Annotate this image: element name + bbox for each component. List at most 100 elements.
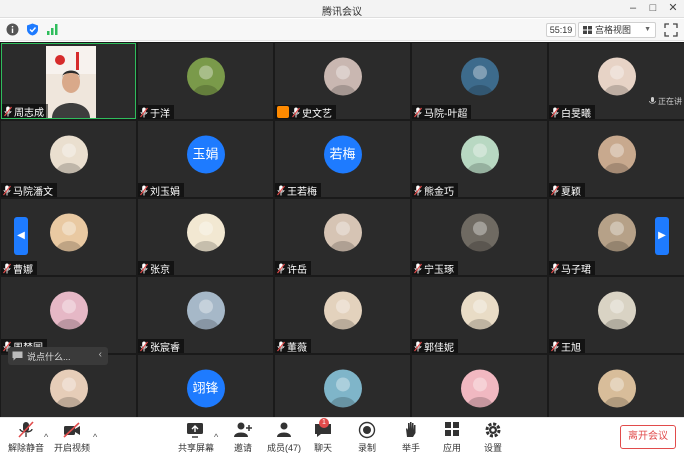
participant-tile[interactable]: 玉娟 刘玉娟 <box>138 121 273 197</box>
avatar <box>597 135 636 174</box>
participant-nameplate: 张宸睿 <box>138 339 184 353</box>
mic-muted-icon <box>140 341 148 351</box>
participant-nameplate: 董薇 <box>275 339 311 353</box>
collapse-chevron-icon[interactable]: ‹ <box>99 349 102 360</box>
start-video-button[interactable]: 开启视频 <box>54 421 90 454</box>
participant-tile[interactable]: 周志成 <box>1 43 136 119</box>
participant-nameplate: 郭佳妮 <box>412 339 458 353</box>
participant-tile[interactable]: 周梦圆 <box>1 277 136 353</box>
participant-name: 于洋 <box>150 108 170 120</box>
hand-icon <box>406 422 416 437</box>
members-label: 成员(47) <box>266 443 301 453</box>
avatar: 翊锋 <box>186 369 225 408</box>
next-page-chevron-icon[interactable]: ▶ <box>655 217 669 255</box>
participant-nameplate: 夏颖 <box>549 183 585 197</box>
unmute-label: 解除静音 <box>8 443 45 453</box>
participant-nameplate: 宁玉琢 <box>412 261 458 275</box>
meeting-toolbar: 解除静音 ^ 开启视频 ^ 共享屏幕 ^ 邀请 成员(47) 1 聊天 录制 举… <box>0 417 684 457</box>
previous-page-chevron-icon[interactable]: ◀ <box>14 217 28 255</box>
participant-tile[interactable]: 马院潘文 <box>1 121 136 197</box>
mic-muted-icon <box>414 107 422 117</box>
avatar <box>323 369 362 408</box>
chat-button[interactable]: 1 聊天 <box>308 418 338 454</box>
avatar <box>186 291 225 330</box>
participant-name: 熊金巧 <box>424 186 454 198</box>
leave-meeting-button[interactable]: 离开会议 <box>620 425 676 449</box>
grid-view-icon <box>583 26 592 34</box>
avatar <box>49 291 88 330</box>
start-video-label: 开启视频 <box>54 443 91 453</box>
view-mode-label: 宫格视图 <box>595 25 632 35</box>
mic-muted-icon <box>277 341 285 351</box>
mic-muted-icon <box>551 263 559 273</box>
participant-nameplate: 白旻曦 <box>549 105 595 119</box>
members-button[interactable]: 成员(47) <box>264 421 304 454</box>
participant-name: 郭佳妮 <box>424 342 454 354</box>
participant-tile[interactable]: 董薇 <box>275 277 410 353</box>
raise-hand-label: 举手 <box>401 443 420 453</box>
mic-muted-icon <box>3 185 11 195</box>
avatar <box>49 135 88 174</box>
avatar <box>597 57 636 96</box>
mic-muted-icon <box>4 106 12 116</box>
avatar <box>460 57 499 96</box>
mic-muted-icon <box>414 185 422 195</box>
invite-button[interactable]: 邀请 <box>228 421 258 454</box>
apps-button[interactable]: 应用 <box>437 421 467 454</box>
participant-nameplate: 周志成 <box>2 104 48 118</box>
avatar <box>323 291 362 330</box>
share-options-chevron-icon[interactable]: ^ <box>214 432 218 442</box>
participant-tile[interactable]: 史文艺 <box>275 43 410 119</box>
unmute-button[interactable]: 解除静音 <box>8 421 44 454</box>
participant-nameplate: 马院-叶超 <box>412 105 472 119</box>
share-screen-button[interactable]: 共享屏幕 <box>178 421 214 454</box>
signal-icon[interactable] <box>46 23 59 36</box>
participant-nameplate: 于洋 <box>138 105 174 119</box>
avatar <box>323 57 362 96</box>
participant-tile[interactable]: 许岳 <box>275 199 410 275</box>
participant-tile[interactable]: 白旻曦 正在讲 <box>549 43 684 119</box>
participant-tile[interactable]: 宁玉琢 <box>412 199 547 275</box>
participant-nameplate: 史文艺 <box>275 105 336 119</box>
participant-tile[interactable]: 张京 <box>138 199 273 275</box>
avatar <box>597 213 636 252</box>
record-button[interactable]: 录制 <box>352 421 382 454</box>
participant-tile[interactable]: 王旭 <box>549 277 684 353</box>
quick-chat-input[interactable]: 说点什么... ‹ <box>8 347 108 365</box>
raise-hand-button[interactable]: 举手 <box>396 421 426 454</box>
mic-muted-icon <box>551 107 559 117</box>
shield-icon[interactable] <box>26 23 39 36</box>
maximize-button[interactable]: □ <box>646 1 660 15</box>
participant-nameplate: 许岳 <box>275 261 311 275</box>
participant-tile[interactable]: 郭佳妮 <box>412 277 547 353</box>
avatar <box>49 369 88 408</box>
participant-tile[interactable]: 夏颖 <box>549 121 684 197</box>
participant-tile[interactable]: 若梅 王若梅 <box>275 121 410 197</box>
participant-tile[interactable]: 马院-叶超 <box>412 43 547 119</box>
participant-name: 张京 <box>150 264 170 276</box>
record-icon <box>358 421 376 439</box>
participant-name: 王旭 <box>561 342 581 354</box>
record-label: 录制 <box>357 443 376 453</box>
minimize-button[interactable]: – <box>626 1 640 15</box>
participant-nameplate: 马院潘文 <box>1 183 57 197</box>
mic-muted-icon <box>551 341 559 351</box>
avatar <box>460 213 499 252</box>
video-options-chevron-icon[interactable]: ^ <box>93 432 97 442</box>
participant-name: 白旻曦 <box>561 108 591 120</box>
avatar <box>597 369 636 408</box>
close-button[interactable]: ✕ <box>666 1 680 15</box>
participant-video <box>46 46 96 118</box>
participant-tile[interactable]: 熊金巧 <box>412 121 547 197</box>
mic-muted-icon <box>551 185 559 195</box>
participant-name: 马院潘文 <box>13 186 53 198</box>
participant-tile[interactable]: 于洋 <box>138 43 273 119</box>
title-bar: 腾讯会议 – □ ✕ <box>0 0 684 18</box>
view-mode-dropdown[interactable]: 宫格视图 ▼ <box>578 22 656 38</box>
info-icon[interactable] <box>6 23 19 36</box>
mic-options-chevron-icon[interactable]: ^ <box>44 432 48 442</box>
mic-muted-icon <box>292 107 300 117</box>
participant-tile[interactable]: 张宸睿 <box>138 277 273 353</box>
fullscreen-icon[interactable] <box>664 23 678 37</box>
settings-button[interactable]: 设置 <box>478 421 508 454</box>
